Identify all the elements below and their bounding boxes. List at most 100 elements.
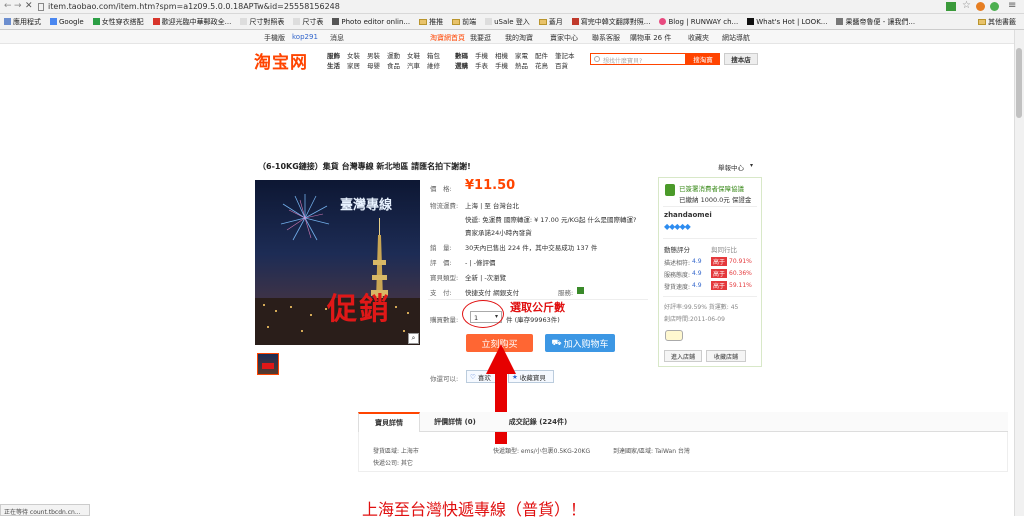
extension-icon[interactable] — [990, 2, 999, 11]
sales-text: 30天內已售出 224 件，其中交易成功 137 件 — [465, 244, 598, 252]
search-taobao-button[interactable]: 搜淘寶 — [686, 53, 720, 65]
nav-cart[interactable]: 購物車 26 件 — [630, 33, 671, 43]
bookmark-item[interactable]: 推推 — [419, 17, 443, 27]
user-link[interactable]: kop291 — [292, 33, 318, 41]
nav-favorites[interactable]: 收藏夾 — [688, 33, 709, 43]
enter-shop-button[interactable]: 進入店鋪 — [664, 350, 702, 362]
search-placeholder: 想找什麼寶貝? — [603, 58, 643, 65]
bookmark-item[interactable]: Photo editor onlin... — [332, 18, 410, 26]
site-icon — [92, 18, 100, 25]
shipping-route[interactable]: 上海 | 至 台灣台北 — [465, 200, 519, 210]
rating-label: 評 價: — [430, 259, 452, 267]
bookmark-item[interactable]: 果醬帝魯便 - 讓我們... — [836, 17, 915, 27]
search-shop-button[interactable]: 搜本店 — [724, 53, 758, 65]
folder-icon — [452, 18, 461, 25]
thumbnail-sale-mark — [262, 363, 274, 369]
collect-shop-button[interactable]: 收藏店鋪 — [706, 350, 746, 362]
price-label: 價 格: — [430, 185, 452, 193]
nav-seller-center[interactable]: 賣家中心 — [550, 33, 578, 43]
zoom-icon[interactable]: ⌕ — [408, 333, 419, 344]
detail-tabs: 寶貝詳情 評價詳情 (0) 成交記錄 (224件) — [358, 412, 1008, 432]
bookmark-item[interactable]: 尺寸表 — [293, 17, 323, 27]
bookmark-item[interactable]: What's Hot | LOOK... — [747, 18, 827, 26]
item-type-label: 寶貝類型: — [430, 274, 459, 282]
product-thumbnail[interactable] — [257, 353, 279, 375]
nav-home[interactable]: 淘寶網首頁 — [430, 33, 465, 43]
pencil-icon — [332, 18, 340, 25]
scrollbar-thumb[interactable] — [1016, 48, 1022, 118]
bookmark-item[interactable]: 女性穿衣搭配 — [92, 17, 144, 27]
bookmark-item[interactable]: 歡迎光臨中華郵政全... — [152, 17, 231, 27]
bookmark-item[interactable]: 尺寸對照表 — [240, 17, 284, 27]
detail-attributes: 發貨區域: 上海市 快遞類型: ems/小包裹0.5KG-20KG 到達國家/區… — [358, 432, 1008, 472]
url-text[interactable]: item.taobao.com/item.htm?spm=a1z09.5.0.0… — [48, 2, 340, 11]
seller-name[interactable]: zhandaomei — [664, 211, 712, 219]
attr-origin: 發貨區域: 上海市 — [373, 448, 419, 455]
rating-text[interactable]: - | -條評價 — [465, 257, 496, 267]
star-icon[interactable]: ☆ — [962, 0, 971, 11]
site-topnav: 手機版 kop291 消息 淘寶網首頁 我要逛 我的淘寶 賣家中心 聯系客服 購… — [0, 30, 1024, 44]
nav-browse[interactable]: 我要逛 — [470, 33, 491, 43]
search-icon — [594, 56, 600, 62]
bookmark-item[interactable]: Google — [50, 18, 84, 26]
score-label: 服務態度: — [664, 272, 691, 279]
shop-panel: 已簽署消費者保障協議 已繳納 1000.0元 保證金 zhandaomei ◆◆… — [658, 177, 762, 367]
folder-icon — [419, 18, 428, 25]
bookmark-item[interactable]: 前端 — [452, 17, 476, 27]
site-icon — [836, 18, 844, 25]
message-link[interactable]: 消息 — [330, 33, 344, 43]
product-image[interactable]: 臺灣專線 促銷 ⌕ — [255, 180, 420, 345]
service-badge-icon — [577, 287, 584, 294]
compare-percent: 60.36% — [729, 270, 752, 277]
score-header: 動態評分 — [664, 246, 690, 254]
taobao-logo[interactable]: 淘宝网 — [254, 48, 308, 73]
guarantee-text[interactable]: 已簽署消費者保障協議 — [679, 183, 744, 193]
bookmark-item[interactable]: 寫完中韓文翻譯對照... — [571, 17, 650, 27]
add-to-cart-button[interactable]: ⛟ 加入购物车 — [545, 334, 615, 352]
back-icon[interactable]: ← — [4, 1, 12, 11]
score-value: 4.9 — [692, 258, 702, 265]
category-row-2: 生活 家居 母嬰 食品 汽車 維修 選購 手表 手機 熱品 花鳥 百貨 — [327, 62, 568, 70]
page-icon — [38, 3, 44, 11]
image-caption-route: 臺灣專線 — [340, 198, 393, 213]
page-icon — [485, 18, 493, 25]
nav-service[interactable]: 聯系客服 — [592, 33, 620, 43]
description-headline: 上海至台灣快遞專線（普貨）！ — [362, 500, 587, 519]
bookmark-item[interactable]: Blog | RUNWAY ch... — [659, 18, 738, 26]
shipping-detail: 快遞: 免運費 國際轉運: ¥ 17.00 元/KG起 什么是國際轉運? — [465, 216, 637, 224]
tab-reviews[interactable]: 評價詳情 (0) — [420, 412, 490, 432]
heart-icon: ♡ — [470, 372, 476, 381]
mobile-link[interactable]: 手機版 — [264, 33, 285, 43]
extension-icon[interactable] — [976, 2, 985, 11]
compare-badge: 高于 — [711, 257, 728, 266]
collect-item-label: 收藏寶貝 — [519, 373, 546, 382]
compare-percent: 59.11% — [729, 282, 752, 289]
extension-icon[interactable] — [946, 2, 956, 11]
shop-created-text: 創店時間:2011-06-09 — [664, 316, 725, 323]
forward-icon[interactable]: → — [14, 1, 22, 11]
bookmark-item[interactable]: uSale 登入 — [485, 17, 530, 27]
close-icon[interactable]: ✕ — [25, 1, 33, 11]
nav-my-taobao[interactable]: 我的淘寶 — [505, 33, 533, 43]
bookmark-item[interactable]: 應用程式 — [4, 17, 41, 27]
image-caption-sale: 促銷 — [327, 292, 391, 327]
search-input[interactable]: 想找什麼寶貝? — [590, 53, 686, 65]
report-center-link[interactable]: 舉報中心 — [718, 162, 744, 172]
bookmark-item[interactable]: 蓋月 — [538, 17, 563, 27]
heart-icon — [659, 18, 667, 25]
attr-delivery-type: 快遞類型: ems/小包裹0.5KG-20KG — [493, 448, 591, 455]
menu-icon[interactable]: ≡ — [1008, 0, 1016, 11]
deposit-text: 已繳納 1000.0元 保證金 — [679, 196, 752, 204]
tab-transactions[interactable]: 成交記錄 (224件) — [498, 412, 578, 432]
compare-badge: 高于 — [711, 269, 728, 278]
payment-text: 快捷支付 網銀支付 — [465, 289, 520, 297]
tab-item-details[interactable]: 寶貝詳情 — [358, 412, 420, 432]
nav-sitemap[interactable]: 網站導航 — [722, 33, 750, 43]
wangwang-icon[interactable] — [665, 330, 683, 341]
bookmark-item[interactable]: 其他書籤 — [978, 17, 1016, 27]
site-icon — [152, 18, 160, 25]
chevron-down-icon[interactable]: ▾ — [750, 162, 753, 169]
category-row-1: 服飾 女裝 男裝 運動 女鞋 箱包 數碼 手機 相機 家電 配件 筆記本 — [327, 52, 575, 60]
score-value: 4.9 — [692, 282, 702, 289]
shop-rate-text: 好評率:99.59% 貨運數: 45 — [664, 304, 739, 311]
